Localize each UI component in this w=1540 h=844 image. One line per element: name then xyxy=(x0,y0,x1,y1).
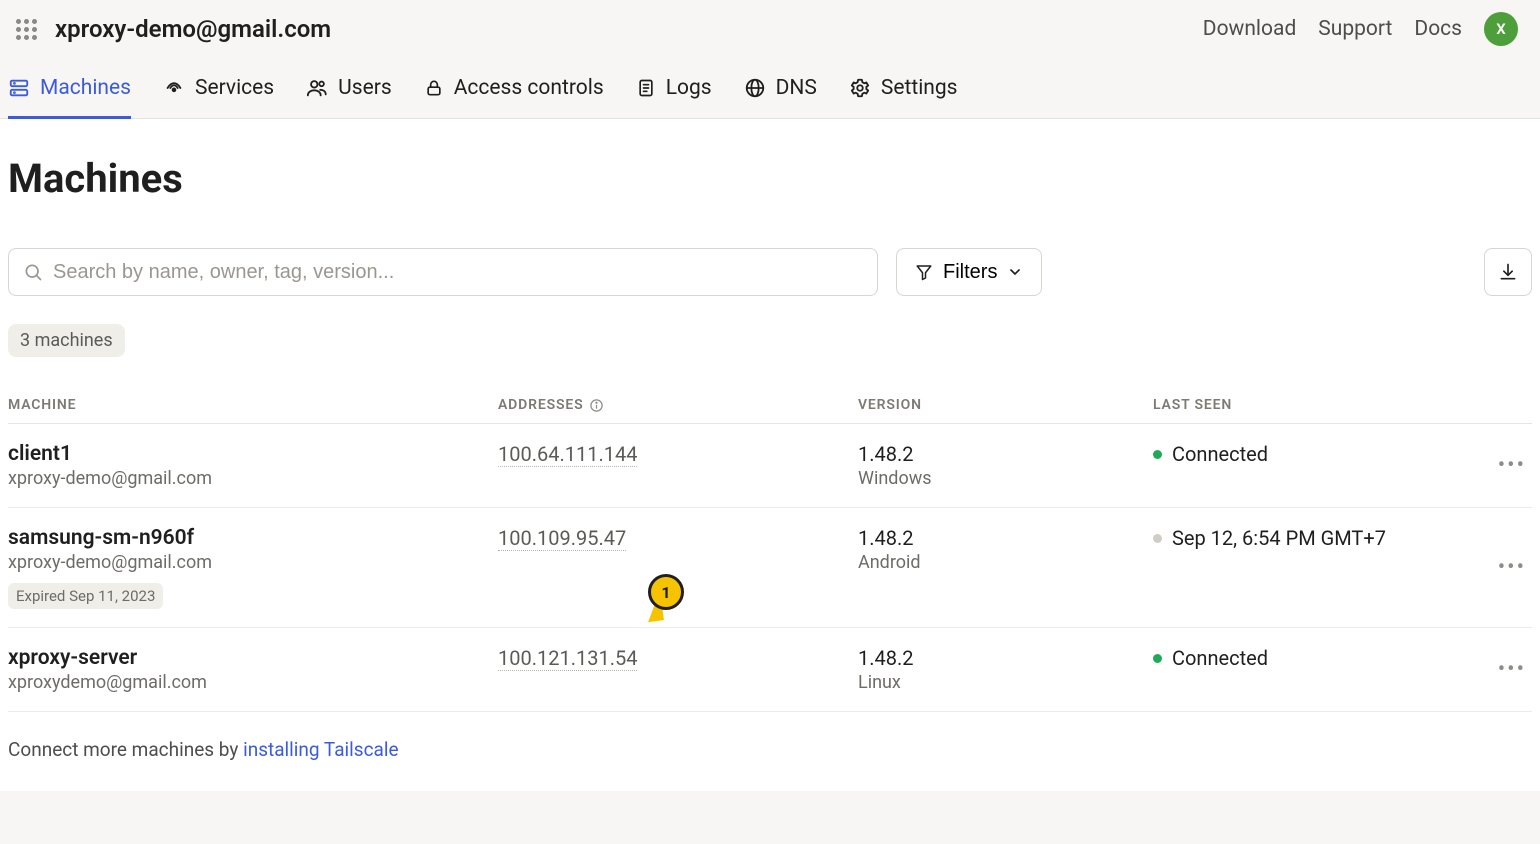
info-icon[interactable] xyxy=(589,398,604,413)
last-seen-text: Sep 12, 6:54 PM GMT+7 xyxy=(1172,526,1386,550)
machines-icon xyxy=(8,77,30,99)
tab-label: Machines xyxy=(40,76,131,100)
col-last-seen: LAST SEEN xyxy=(1153,397,1472,413)
globe-icon xyxy=(744,77,766,99)
tab-machines[interactable]: Machines xyxy=(8,76,131,119)
row-actions-button[interactable]: ••• xyxy=(1472,555,1532,580)
expired-badge: Expired Sep 11, 2023 xyxy=(8,583,163,609)
table-row[interactable]: samsung-sm-n960f xproxy-demo@gmail.com E… xyxy=(8,508,1532,628)
status-dot-icon xyxy=(1153,654,1162,663)
machine-last-seen: Sep 12, 6:54 PM GMT+7 xyxy=(1153,526,1472,550)
tab-label: Settings xyxy=(881,76,958,100)
last-seen-text: Connected xyxy=(1172,442,1268,466)
status-dot-icon xyxy=(1153,534,1162,543)
status-dot-icon xyxy=(1153,450,1162,459)
download-link[interactable]: Download xyxy=(1203,17,1297,41)
table-row[interactable]: xproxy-server xproxydemo@gmail.com 100.1… xyxy=(8,628,1532,712)
support-link[interactable]: Support xyxy=(1318,17,1392,41)
tab-dns[interactable]: DNS xyxy=(744,76,817,119)
export-button[interactable] xyxy=(1484,248,1532,296)
topbar-left: xproxy-demo@gmail.com xyxy=(12,15,331,44)
tab-services[interactable]: Services xyxy=(163,76,274,119)
machine-os: Android xyxy=(858,552,1153,573)
machine-name[interactable]: client1 xyxy=(8,442,498,466)
controls-row: Filters xyxy=(8,248,1532,296)
footer-note: Connect more machines by installing Tail… xyxy=(8,738,1532,761)
machine-address[interactable]: 100.121.131.54 xyxy=(498,646,637,671)
machine-version: 1.48.2 xyxy=(858,526,1153,550)
gear-icon xyxy=(849,77,871,99)
tab-label: DNS xyxy=(776,76,817,100)
app-switcher-icon[interactable] xyxy=(12,15,41,44)
machine-version: 1.48.2 xyxy=(858,646,1153,670)
search-input[interactable] xyxy=(53,261,863,284)
machine-last-seen: Connected xyxy=(1153,442,1472,466)
tab-label: Access controls xyxy=(454,76,604,100)
search-field-wrap[interactable] xyxy=(8,248,878,296)
main-content: Machines Filters 3 machines MACHINE xyxy=(0,119,1540,791)
page-title: Machines xyxy=(8,155,1532,202)
annotation-label: 1 xyxy=(648,574,684,610)
machine-owner: xproxydemo@gmail.com xyxy=(8,672,498,693)
machine-count-pill: 3 machines xyxy=(8,324,125,357)
row-actions-button[interactable]: ••• xyxy=(1472,657,1532,682)
docs-link[interactable]: Docs xyxy=(1414,17,1462,41)
footer-prefix: Connect more machines by xyxy=(8,738,243,761)
filter-icon xyxy=(915,263,933,281)
services-icon xyxy=(163,77,185,99)
col-addresses-label: ADDRESSES xyxy=(498,397,583,413)
tab-access-controls[interactable]: Access controls xyxy=(424,76,604,119)
machine-owner: xproxy-demo@gmail.com xyxy=(8,468,498,489)
tab-label: Logs xyxy=(666,76,712,100)
filters-label: Filters xyxy=(943,261,997,284)
col-version: VERSION xyxy=(858,397,1153,413)
table-row[interactable]: client1 xproxy-demo@gmail.com 100.64.111… xyxy=(8,424,1532,508)
machine-os: Linux xyxy=(858,672,1153,693)
machine-owner: xproxy-demo@gmail.com xyxy=(8,552,498,573)
tab-label: Services xyxy=(195,76,274,100)
logs-icon xyxy=(636,77,656,99)
last-seen-text: Connected xyxy=(1172,646,1268,670)
install-link[interactable]: installing Tailscale xyxy=(243,738,398,761)
machine-name[interactable]: samsung-sm-n960f xyxy=(8,526,498,550)
col-machine: MACHINE xyxy=(8,397,498,413)
machine-address[interactable]: 100.64.111.144 xyxy=(498,442,637,467)
search-icon xyxy=(23,262,43,282)
users-icon xyxy=(306,77,328,99)
chevron-down-icon xyxy=(1007,264,1023,280)
row-actions-button[interactable]: ••• xyxy=(1472,453,1532,478)
machine-address[interactable]: 100.109.95.47 xyxy=(498,526,626,551)
lock-icon xyxy=(424,77,444,99)
filters-button[interactable]: Filters xyxy=(896,248,1042,296)
annotation-marker: 1 xyxy=(648,574,684,610)
machine-os: Windows xyxy=(858,468,1153,489)
main-nav: Machines Services Users Access controls … xyxy=(0,54,1540,119)
download-icon xyxy=(1498,262,1518,282)
tab-users[interactable]: Users xyxy=(306,76,392,119)
machine-name[interactable]: xproxy-server xyxy=(8,646,498,670)
tab-label: Users xyxy=(338,76,392,100)
machine-last-seen: Connected xyxy=(1153,646,1472,670)
tab-logs[interactable]: Logs xyxy=(636,76,712,119)
col-addresses: ADDRESSES xyxy=(498,397,858,413)
avatar[interactable]: X xyxy=(1484,12,1518,46)
account-email[interactable]: xproxy-demo@gmail.com xyxy=(55,15,331,43)
tab-settings[interactable]: Settings xyxy=(849,76,958,119)
topbar: xproxy-demo@gmail.com Download Support D… xyxy=(0,0,1540,54)
topbar-right: Download Support Docs X xyxy=(1203,12,1528,46)
machine-version: 1.48.2 xyxy=(858,442,1153,466)
table-header: MACHINE ADDRESSES VERSION LAST SEEN xyxy=(8,387,1532,424)
